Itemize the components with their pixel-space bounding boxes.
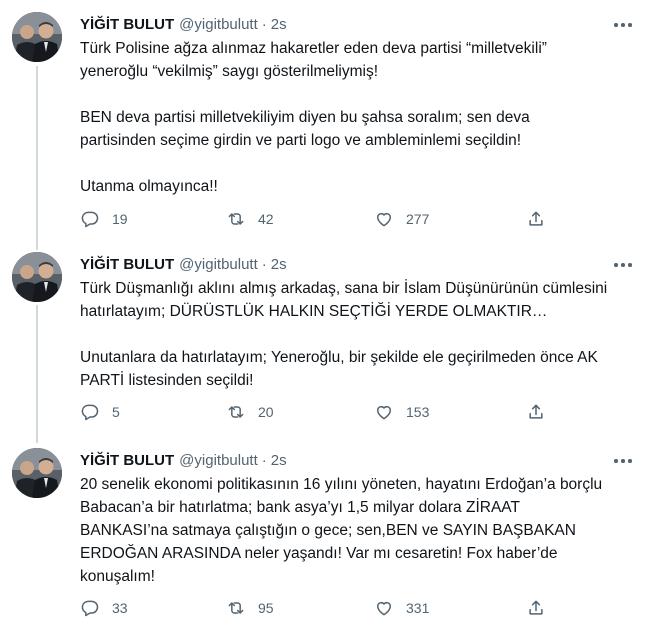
tweet-header: YİĞİT BULUT @yigitbulutt · 2s xyxy=(80,14,287,34)
tweet-text-line: partisinden seçime girdin ve parti logo … xyxy=(80,132,522,149)
avatar[interactable] xyxy=(12,448,62,498)
tweet-text-line: konuşalım! xyxy=(80,568,155,585)
tweet-time[interactable]: 2s xyxy=(271,16,287,33)
retweet-button[interactable]: 95 xyxy=(226,596,274,620)
reply-button[interactable]: 5 xyxy=(80,400,120,424)
retweet-count: 20 xyxy=(258,404,274,420)
heart-icon xyxy=(377,406,391,420)
tweet-text-line: Unutanlara da hatırlatayım; Yeneroğlu, b… xyxy=(80,349,598,366)
avatar-image xyxy=(12,12,62,62)
separator-dot: · xyxy=(261,255,267,273)
tweet-text-line: Utanma olmayınca!! xyxy=(80,178,218,195)
tweet-text-line: Türk Düşmanlığı aklını almış arkadaş, sa… xyxy=(80,280,608,297)
reply-icon xyxy=(81,600,99,617)
retweet-button[interactable]: 42 xyxy=(226,207,274,231)
reply-count: 33 xyxy=(112,600,128,616)
like-button[interactable]: 331 xyxy=(374,596,429,620)
tweet[interactable]: YİĞİT BULUT @yigitbulutt · 2s 20 senelik… xyxy=(0,448,650,628)
tweet-text-line: hatırlatayım; DÜRÜSTLÜK HALKIN SEÇTİĞİ Y… xyxy=(80,303,548,320)
tweet-header: YİĞİT BULUT @yigitbulutt · 2s xyxy=(80,254,287,274)
tweet-text-line: 20 senelik ekonomi politikasının 16 yılı… xyxy=(80,476,603,493)
heart-icon xyxy=(377,213,391,227)
author-name[interactable]: YİĞİT BULUT xyxy=(80,452,174,469)
tweet-text: Türk Düşmanlığı aklını almış arkadaş, sa… xyxy=(80,277,640,392)
tweet-text-line: BANKASI’na satmaya çalıştığın o gece; se… xyxy=(80,522,576,539)
separator-dot: · xyxy=(261,451,267,469)
tweet[interactable]: YİĞİT BULUT @yigitbulutt · 2s Türk Polis… xyxy=(0,12,650,237)
like-count: 331 xyxy=(406,600,430,616)
more-icon[interactable] xyxy=(614,22,632,28)
reply-button[interactable]: 19 xyxy=(80,207,128,231)
more-icon[interactable] xyxy=(614,262,632,268)
like-count: 277 xyxy=(406,211,430,227)
tweet-text-line xyxy=(80,83,640,106)
retweet-count: 95 xyxy=(258,600,274,616)
share-icon xyxy=(529,404,543,419)
reply-icon xyxy=(81,211,99,228)
reply-count: 5 xyxy=(112,404,120,420)
tweet-text-line: Babacan’a bir hatırlatma; bank asya’yı 1… xyxy=(80,499,520,516)
share-button[interactable] xyxy=(526,400,546,424)
author-handle[interactable]: @yigitbulutt xyxy=(179,16,258,33)
heart-icon xyxy=(377,602,391,616)
tweet-time[interactable]: 2s xyxy=(271,256,287,273)
tweet-text: Türk Polisine ağza alınmaz hakaretler ed… xyxy=(80,37,640,198)
retweet-icon xyxy=(228,406,244,418)
tweet-actions: 19 42 277 xyxy=(78,207,558,231)
avatar[interactable] xyxy=(12,12,62,62)
like-count: 153 xyxy=(406,404,430,420)
tweet-text-line: ERDOĞAN ARASINDA neler yaşandı! Var mı c… xyxy=(80,545,558,562)
like-button[interactable]: 277 xyxy=(374,207,429,231)
retweet-icon xyxy=(228,213,244,225)
share-button[interactable] xyxy=(526,207,546,231)
tweet-text-line: Türk Polisine ağza alınmaz hakaretler ed… xyxy=(80,40,547,57)
separator-dot: · xyxy=(261,15,267,33)
author-name[interactable]: YİĞİT BULUT xyxy=(80,16,174,33)
reply-count: 19 xyxy=(112,211,128,227)
like-button[interactable]: 153 xyxy=(374,400,429,424)
tweet-time[interactable]: 2s xyxy=(271,452,287,469)
retweet-count: 42 xyxy=(258,211,274,227)
avatar[interactable] xyxy=(12,252,62,302)
tweet-text: 20 senelik ekonomi politikasının 16 yılı… xyxy=(80,473,640,588)
tweet-text-line xyxy=(80,323,640,346)
share-icon xyxy=(529,600,543,615)
tweet-text-line: PARTİ listesinden seçildi! xyxy=(80,372,254,389)
tweet-actions: 33 95 331 xyxy=(78,596,558,620)
reply-button[interactable]: 33 xyxy=(80,596,128,620)
tweet-header: YİĞİT BULUT @yigitbulutt · 2s xyxy=(80,450,287,470)
avatar-image xyxy=(12,448,62,498)
tweet[interactable]: YİĞİT BULUT @yigitbulutt · 2s Türk Düşma… xyxy=(0,252,650,432)
reply-icon xyxy=(81,404,99,421)
share-icon xyxy=(529,211,543,226)
tweet-actions: 5 20 153 xyxy=(78,400,558,424)
author-name[interactable]: YİĞİT BULUT xyxy=(80,256,174,273)
tweet-text-line: yeneroğlu “vekilmiş” saygı gösterilmeliy… xyxy=(80,63,379,80)
tweet-text-line: BEN deva partisi milletvekiliyim diyen b… xyxy=(80,109,530,126)
author-handle[interactable]: @yigitbulutt xyxy=(179,256,258,273)
retweet-icon xyxy=(228,602,244,614)
retweet-button[interactable]: 20 xyxy=(226,400,274,424)
share-button[interactable] xyxy=(526,596,546,620)
more-icon[interactable] xyxy=(614,458,632,464)
tweet-text-line xyxy=(80,152,640,175)
author-handle[interactable]: @yigitbulutt xyxy=(179,452,258,469)
avatar-image xyxy=(12,252,62,302)
